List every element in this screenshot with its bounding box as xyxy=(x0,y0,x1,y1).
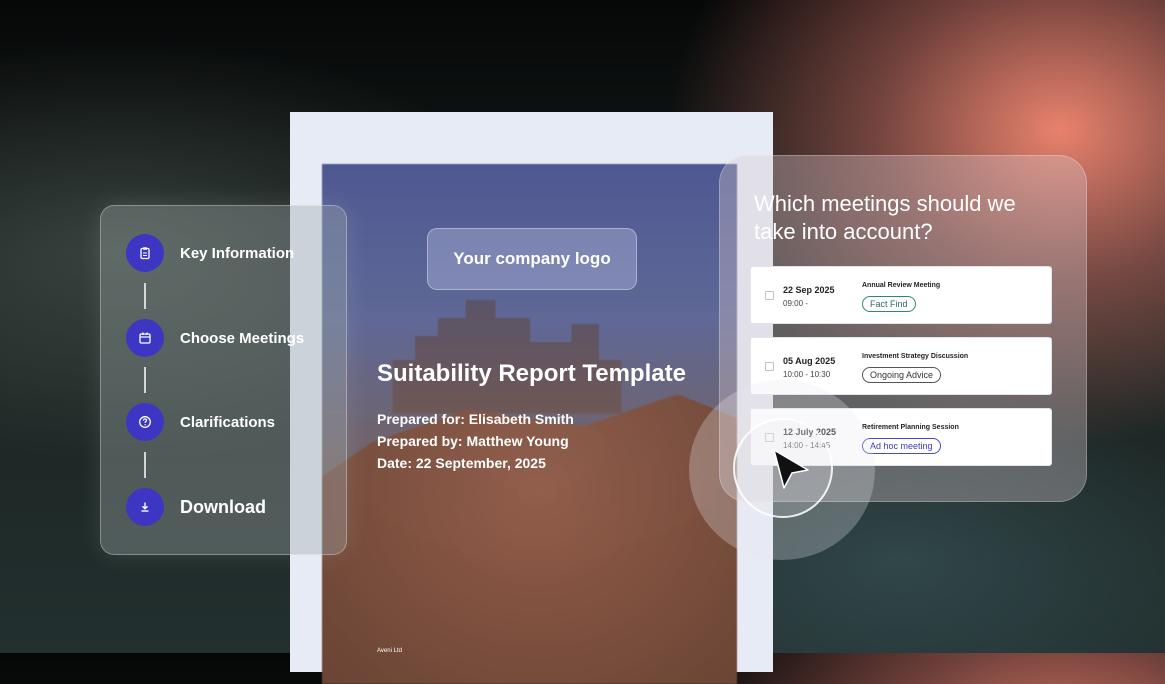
prepared-by: Prepared by: Matthew Young xyxy=(377,433,569,449)
clipboard-icon xyxy=(126,234,164,272)
download-icon xyxy=(126,488,164,526)
meeting-name: Annual Review Meeting xyxy=(862,282,941,289)
meeting-card[interactable]: 22 Sep 2025 09:00 - Annual Review Meetin… xyxy=(750,266,1052,324)
meeting-checkbox[interactable] xyxy=(765,291,774,300)
meetings-question: Which meetings should we take into accou… xyxy=(754,191,1016,244)
step-connector xyxy=(144,283,146,309)
meeting-tag: Ad hoc meeting xyxy=(862,438,941,454)
step-label: Clarifications xyxy=(180,413,276,431)
prepared-for: Prepared for: Elisabeth Smith xyxy=(377,411,574,427)
meeting-date: 22 Sep 2025 xyxy=(783,285,835,295)
pointer-cursor-icon xyxy=(772,448,812,497)
report-date: Date: 22 September, 2025 xyxy=(377,455,546,471)
meeting-date: 05 Aug 2025 xyxy=(783,356,836,366)
meeting-name: Investment Strategy Discussion xyxy=(862,353,969,360)
report-title: Suitability Report Template xyxy=(377,360,686,387)
meeting-time: 10:00 - 10:30 xyxy=(783,370,831,379)
question-icon xyxy=(126,403,164,441)
meeting-tag: Fact Find xyxy=(862,296,916,312)
calendar-icon xyxy=(126,319,164,357)
company-logo-placeholder[interactable]: Your company logo xyxy=(427,228,637,290)
meeting-time: 09:00 - xyxy=(783,299,808,308)
report-meta: Prepared for: Elisabeth Smith Prepared b… xyxy=(377,408,574,474)
report-document: Your company logo Suitability Report Tem… xyxy=(290,112,773,684)
meeting-name: Retirement Planning Session xyxy=(862,424,959,431)
step-label: Key Information xyxy=(180,244,295,262)
step-label: Choose Meetings xyxy=(180,329,305,347)
step-connector xyxy=(144,367,146,393)
meeting-checkbox[interactable] xyxy=(765,362,774,371)
step-download[interactable]: Download xyxy=(126,488,266,526)
castle-image xyxy=(392,300,622,414)
steps-panel: Key Information Choose Meetings Clarific… xyxy=(100,205,347,555)
step-key-information[interactable]: Key Information xyxy=(126,234,294,272)
meeting-tag: Ongoing Advice xyxy=(862,367,942,383)
report-footer: Aveni Ltd xyxy=(377,648,402,654)
step-label: Download xyxy=(180,496,266,517)
step-choose-meetings[interactable]: Choose Meetings xyxy=(126,319,304,357)
step-connector xyxy=(144,452,146,478)
step-clarifications[interactable]: Clarifications xyxy=(126,403,275,441)
